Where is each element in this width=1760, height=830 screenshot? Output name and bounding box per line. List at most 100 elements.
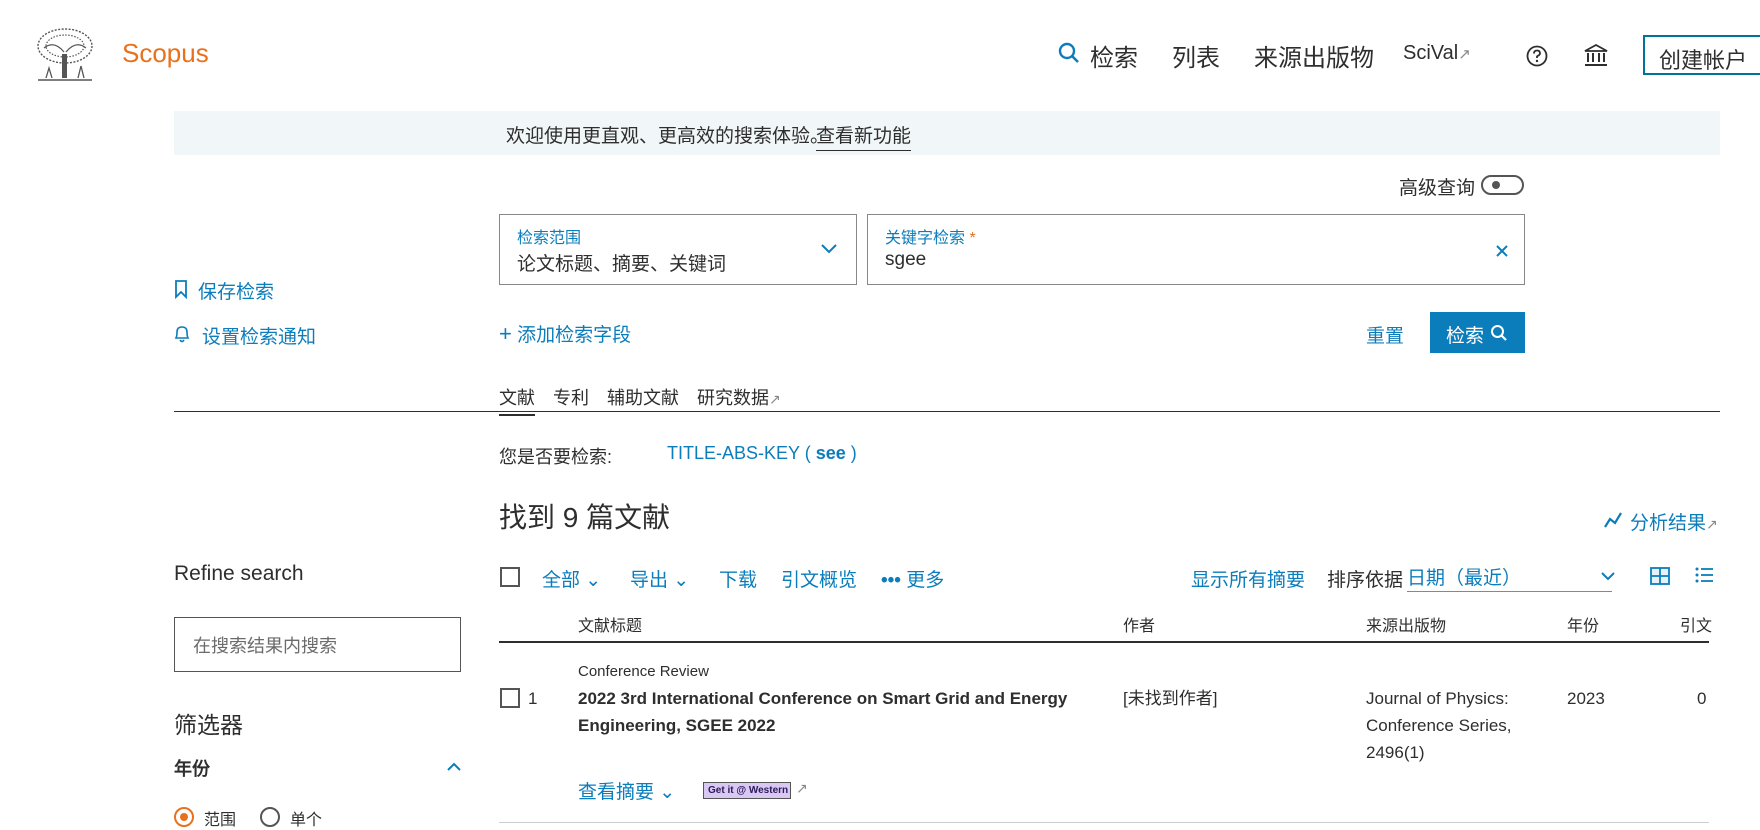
document-citations[interactable]: 0 xyxy=(1697,685,1706,712)
chevron-down-icon: ⌄ xyxy=(673,570,690,591)
row-divider xyxy=(499,822,1709,823)
export-dropdown[interactable]: 导出 ⌄ xyxy=(630,565,689,592)
create-account-button[interactable]: 创建帐户 xyxy=(1643,35,1760,75)
external-link-icon: ↗ xyxy=(1706,516,1718,532)
document-authors: [未找到作者] xyxy=(1123,689,1218,708)
nav-scival[interactable]: SciVal↗ xyxy=(1403,42,1471,65)
keyword-label-text: 关键字检索 xyxy=(885,230,966,247)
search-icon xyxy=(1058,42,1079,63)
refine-search-title: Refine search xyxy=(174,562,304,585)
row-index: 1 xyxy=(528,689,538,708)
did-you-mean-label: 您是否要检索: xyxy=(499,447,613,467)
keyword-input-value[interactable]: sgee xyxy=(885,249,926,271)
view-abstract-button[interactable]: 查看摘要 ⌄ xyxy=(578,777,675,804)
chevron-down-icon xyxy=(821,244,837,254)
suggestion-prefix: TITLE-ABS-KEY ( xyxy=(667,443,816,463)
document-year: 2023 xyxy=(1567,689,1605,708)
radio-single-label: 单个 xyxy=(290,812,323,829)
add-field-label: 添加检索字段 xyxy=(517,325,632,346)
keyword-search-field[interactable]: 关键字检索 * sgee xyxy=(867,214,1525,285)
tabs-divider xyxy=(174,411,1720,412)
add-search-field-button[interactable]: + 添加检索字段 xyxy=(499,320,631,347)
advanced-query-toggle[interactable] xyxy=(1481,175,1524,195)
column-header-year[interactable]: 年份 xyxy=(1567,612,1599,636)
search-scope-select[interactable]: 检索范围 论文标题、摘要、关键词 xyxy=(499,214,857,285)
elsevier-logo-icon[interactable] xyxy=(34,26,96,84)
column-header-authors[interactable]: 作者 xyxy=(1123,612,1155,636)
radio-range[interactable] xyxy=(174,807,194,827)
list-view-icon[interactable] xyxy=(1694,566,1714,584)
bell-icon xyxy=(174,326,190,343)
bookmark-icon xyxy=(175,280,187,299)
plus-icon: + xyxy=(499,321,512,346)
refine-search-input[interactable]: 在搜索结果内搜索 xyxy=(174,617,461,672)
sort-value: 日期（最近） xyxy=(1407,568,1522,589)
sort-label: 排序依据 xyxy=(1327,570,1404,591)
citation-overview-button[interactable]: 引文概览 xyxy=(781,565,857,592)
toggle-knob xyxy=(1492,181,1500,189)
export-label: 导出 xyxy=(630,570,669,591)
keyword-label: 关键字检索 * xyxy=(885,224,976,248)
more-dots-icon: ••• xyxy=(881,570,901,591)
chevron-down-icon: ⌄ xyxy=(659,782,676,803)
radio-single[interactable] xyxy=(260,807,280,827)
tab-patents[interactable]: 专利 xyxy=(553,384,589,410)
more-button[interactable]: ••• 更多 xyxy=(881,565,944,592)
external-link-icon: ↗ xyxy=(796,780,808,796)
get-it-western-button[interactable]: Get it @ Western xyxy=(703,782,791,799)
tab-research-data[interactable]: 研究数据↗ xyxy=(697,384,781,410)
row-checkbox[interactable] xyxy=(500,688,520,708)
table-header-divider xyxy=(499,641,1709,643)
analyze-results-label: 分析结果 xyxy=(1630,513,1707,534)
clear-icon[interactable] xyxy=(1495,244,1509,258)
source-line: Conference Series, xyxy=(1366,716,1512,735)
advanced-query-label: 高级查询 xyxy=(1399,178,1476,199)
nav-sources[interactable]: 来源出版物 xyxy=(1254,38,1374,73)
analytics-icon xyxy=(1604,512,1622,528)
results-count: 找到 9 篇文献 xyxy=(499,502,671,533)
view-abstract-label: 查看摘要 xyxy=(578,782,655,803)
document-type: Conference Review xyxy=(578,663,709,680)
institution-icon[interactable] xyxy=(1583,42,1609,68)
welcome-banner xyxy=(174,111,1720,155)
analyze-results-link[interactable]: 分析结果↗ xyxy=(1630,508,1718,535)
suggestion-term: see xyxy=(815,443,846,463)
column-header-citations[interactable]: 引文 xyxy=(1680,612,1712,636)
save-search-link[interactable]: 保存检索 xyxy=(198,277,274,304)
nav-search[interactable]: 检索 xyxy=(1090,38,1138,73)
column-header-title[interactable]: 文献标题 xyxy=(578,612,642,636)
column-header-source[interactable]: 来源出版物 xyxy=(1366,612,1446,636)
filter-year-label[interactable]: 年份 xyxy=(174,755,210,781)
sort-select[interactable]: 日期（最近） xyxy=(1407,563,1615,592)
tab-secondary-documents[interactable]: 辅助文献 xyxy=(607,384,679,410)
chevron-down-icon: ⌄ xyxy=(585,570,602,591)
document-title-link[interactable]: 2022 3rd International Conference on Sma… xyxy=(578,685,1098,739)
select-all-dropdown[interactable]: 全部 ⌄ xyxy=(542,565,601,592)
chevron-up-icon[interactable] xyxy=(446,762,462,772)
select-all-label: 全部 xyxy=(542,570,581,591)
scope-value: 论文标题、摘要、关键词 xyxy=(517,254,727,275)
nav-scival-label: SciVal xyxy=(1403,42,1459,64)
chevron-down-icon xyxy=(1601,572,1615,581)
show-all-abstracts-button[interactable]: 显示所有摘要 xyxy=(1191,565,1305,592)
grid-view-icon[interactable] xyxy=(1649,566,1671,586)
set-alert-link[interactable]: 设置检索通知 xyxy=(202,322,316,349)
nav-lists[interactable]: 列表 xyxy=(1172,38,1220,73)
filters-title: 筛选器 xyxy=(174,712,243,738)
external-link-icon: ↗ xyxy=(769,391,781,407)
radio-range-label: 范围 xyxy=(204,812,237,829)
search-button-label: 检索 xyxy=(1446,326,1485,347)
banner-new-features-link[interactable]: 查看新功能 xyxy=(816,121,912,151)
search-button[interactable]: 检索 xyxy=(1430,312,1525,353)
did-you-mean-suggestion[interactable]: TITLE-ABS-KEY ( see ) xyxy=(667,443,857,464)
suggestion-suffix: ) xyxy=(845,443,857,463)
download-button[interactable]: 下载 xyxy=(719,565,757,592)
more-label: 更多 xyxy=(906,570,945,591)
banner-text: 欢迎使用更直观、更高效的搜索体验。 xyxy=(506,126,830,147)
select-all-checkbox[interactable] xyxy=(500,567,520,587)
external-link-icon: ↗ xyxy=(1458,46,1471,63)
scopus-brand[interactable]: Scopus xyxy=(122,38,209,69)
help-icon[interactable] xyxy=(1526,45,1548,67)
document-source[interactable]: Journal of Physics: Conference Series, 2… xyxy=(1366,685,1512,766)
reset-button[interactable]: 重置 xyxy=(1366,321,1404,348)
